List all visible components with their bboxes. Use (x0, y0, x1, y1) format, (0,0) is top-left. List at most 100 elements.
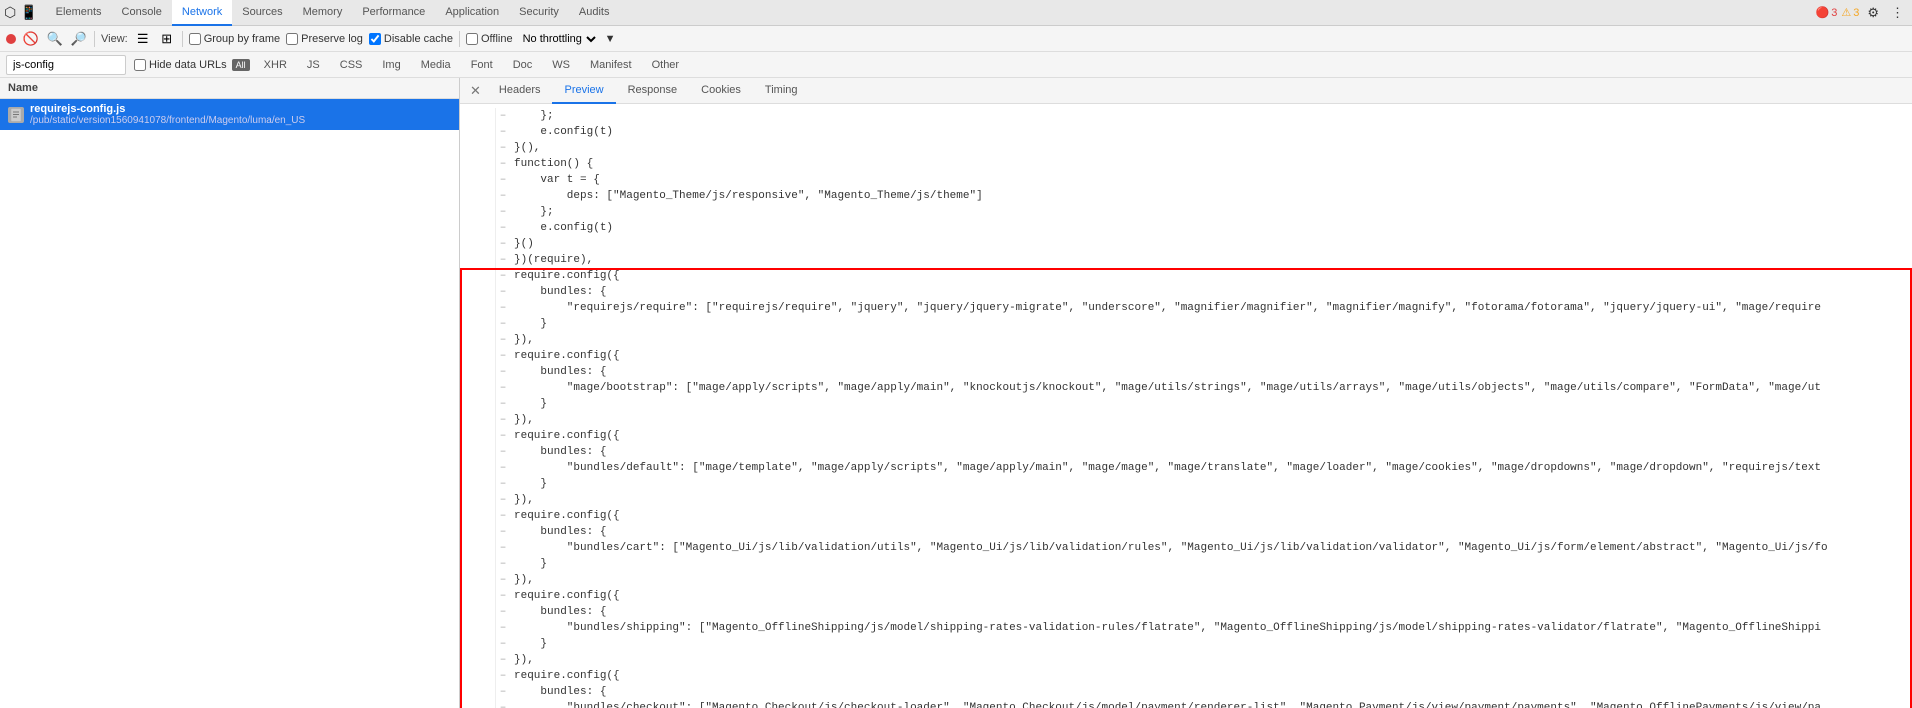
code-area[interactable]: – };– e.config(t)–}(),–function() {– var… (460, 104, 1912, 708)
filter-media[interactable]: Media (415, 57, 457, 73)
tab-network[interactable]: Network (172, 0, 232, 26)
subtabs-close[interactable]: ✕ (464, 83, 487, 99)
subtab-cookies[interactable]: Cookies (689, 78, 753, 104)
offline-checkbox[interactable] (466, 33, 478, 45)
throttling-select[interactable]: No throttling (519, 32, 599, 46)
settings-icon[interactable]: ⚙ (1863, 5, 1883, 21)
line-expand[interactable]: – (496, 620, 510, 636)
filter-doc[interactable]: Doc (507, 57, 539, 73)
line-expand[interactable]: – (496, 412, 510, 428)
line-expand[interactable]: – (496, 156, 510, 172)
tab-memory[interactable]: Memory (293, 0, 353, 26)
search-button[interactable]: 🔎 (70, 30, 88, 48)
line-content: "mage/bootstrap": ["mage/apply/scripts",… (510, 380, 1821, 396)
line-number (460, 684, 496, 700)
tab-sources[interactable]: Sources (232, 0, 292, 26)
line-expand[interactable]: – (496, 508, 510, 524)
line-expand[interactable]: – (496, 300, 510, 316)
line-expand[interactable]: – (496, 332, 510, 348)
record-button[interactable] (6, 34, 16, 44)
line-content: }() (510, 236, 534, 252)
tab-console[interactable]: Console (112, 0, 172, 26)
tab-elements[interactable]: Elements (46, 0, 112, 26)
code-line: – deps: ["Magento_Theme/js/responsive", … (460, 188, 1912, 204)
filter-button[interactable]: 🔍 (46, 30, 64, 48)
filter-img[interactable]: Img (376, 57, 406, 73)
line-expand[interactable]: – (496, 428, 510, 444)
group-by-frame-checkbox[interactable] (189, 33, 201, 45)
line-expand[interactable]: – (496, 444, 510, 460)
preserve-log-checkbox[interactable] (286, 33, 298, 45)
tab-application[interactable]: Application (435, 0, 509, 26)
line-content: bundles: { (510, 364, 606, 380)
line-expand[interactable]: – (496, 636, 510, 652)
line-expand[interactable]: – (496, 204, 510, 220)
line-expand[interactable]: – (496, 284, 510, 300)
line-expand[interactable]: – (496, 188, 510, 204)
tab-performance[interactable]: Performance (352, 0, 435, 26)
device-icon[interactable]: 📱 (20, 4, 37, 21)
line-expand[interactable]: – (496, 492, 510, 508)
file-icon (8, 107, 24, 123)
search-input[interactable] (6, 55, 126, 75)
line-number (460, 364, 496, 380)
line-expand[interactable]: – (496, 348, 510, 364)
subtab-preview[interactable]: Preview (552, 78, 615, 104)
line-expand[interactable]: – (496, 476, 510, 492)
filter-manifest[interactable]: Manifest (584, 57, 638, 73)
line-expand[interactable]: – (496, 316, 510, 332)
line-expand[interactable]: – (496, 460, 510, 476)
subtab-response[interactable]: Response (616, 78, 690, 104)
line-number (460, 396, 496, 412)
filter-js[interactable]: JS (301, 57, 326, 73)
filter-xhr[interactable]: XHR (258, 57, 293, 73)
filter-css[interactable]: CSS (334, 57, 369, 73)
line-expand[interactable]: – (496, 236, 510, 252)
disable-cache-checkbox[interactable] (369, 33, 381, 45)
line-expand[interactable]: – (496, 396, 510, 412)
line-expand[interactable]: – (496, 668, 510, 684)
line-expand[interactable]: – (496, 124, 510, 140)
line-expand[interactable]: – (496, 364, 510, 380)
line-expand[interactable]: – (496, 220, 510, 236)
subtab-headers[interactable]: Headers (487, 78, 553, 104)
line-expand[interactable]: – (496, 108, 510, 124)
line-expand[interactable]: – (496, 140, 510, 156)
line-expand[interactable]: – (496, 380, 510, 396)
hide-data-urls-checkbox[interactable] (134, 59, 146, 71)
line-number (460, 300, 496, 316)
line-number (460, 524, 496, 540)
subtab-timing[interactable]: Timing (753, 78, 810, 104)
filter-font[interactable]: Font (465, 57, 499, 73)
view-large-button[interactable]: ⊞ (158, 30, 176, 48)
code-line: – }; (460, 108, 1912, 124)
code-line: – } (460, 636, 1912, 652)
view-list-button[interactable]: ☰ (134, 30, 152, 48)
line-expand[interactable]: – (496, 252, 510, 268)
inspect-icon[interactable]: ⬡ (4, 4, 16, 21)
filter-ws[interactable]: WS (546, 57, 576, 73)
line-content: e.config(t) (510, 220, 613, 236)
tab-audits[interactable]: Audits (569, 0, 620, 26)
code-line: – "bundles/cart": ["Magento_Ui/js/lib/va… (460, 540, 1912, 556)
line-expand[interactable]: – (496, 172, 510, 188)
line-expand[interactable]: – (496, 604, 510, 620)
code-line: – bundles: { (460, 284, 1912, 300)
filter-other[interactable]: Other (646, 57, 686, 73)
line-expand[interactable]: – (496, 684, 510, 700)
throttling-dropdown-icon[interactable]: ▼ (605, 33, 616, 45)
line-expand[interactable]: – (496, 652, 510, 668)
line-expand[interactable]: – (496, 524, 510, 540)
tab-security[interactable]: Security (509, 0, 569, 26)
line-expand[interactable]: – (496, 572, 510, 588)
more-icon[interactable]: ⋮ (1887, 5, 1908, 21)
line-expand[interactable]: – (496, 540, 510, 556)
line-expand[interactable]: – (496, 588, 510, 604)
line-expand[interactable]: – (496, 556, 510, 572)
clear-button[interactable]: 🚫 (22, 30, 40, 48)
line-expand[interactable]: – (496, 700, 510, 708)
file-item[interactable]: requirejs-config.js /pub/static/version1… (0, 99, 459, 130)
line-content: bundles: { (510, 524, 606, 540)
code-line: –require.config({ (460, 668, 1912, 684)
line-expand[interactable]: – (496, 268, 510, 284)
